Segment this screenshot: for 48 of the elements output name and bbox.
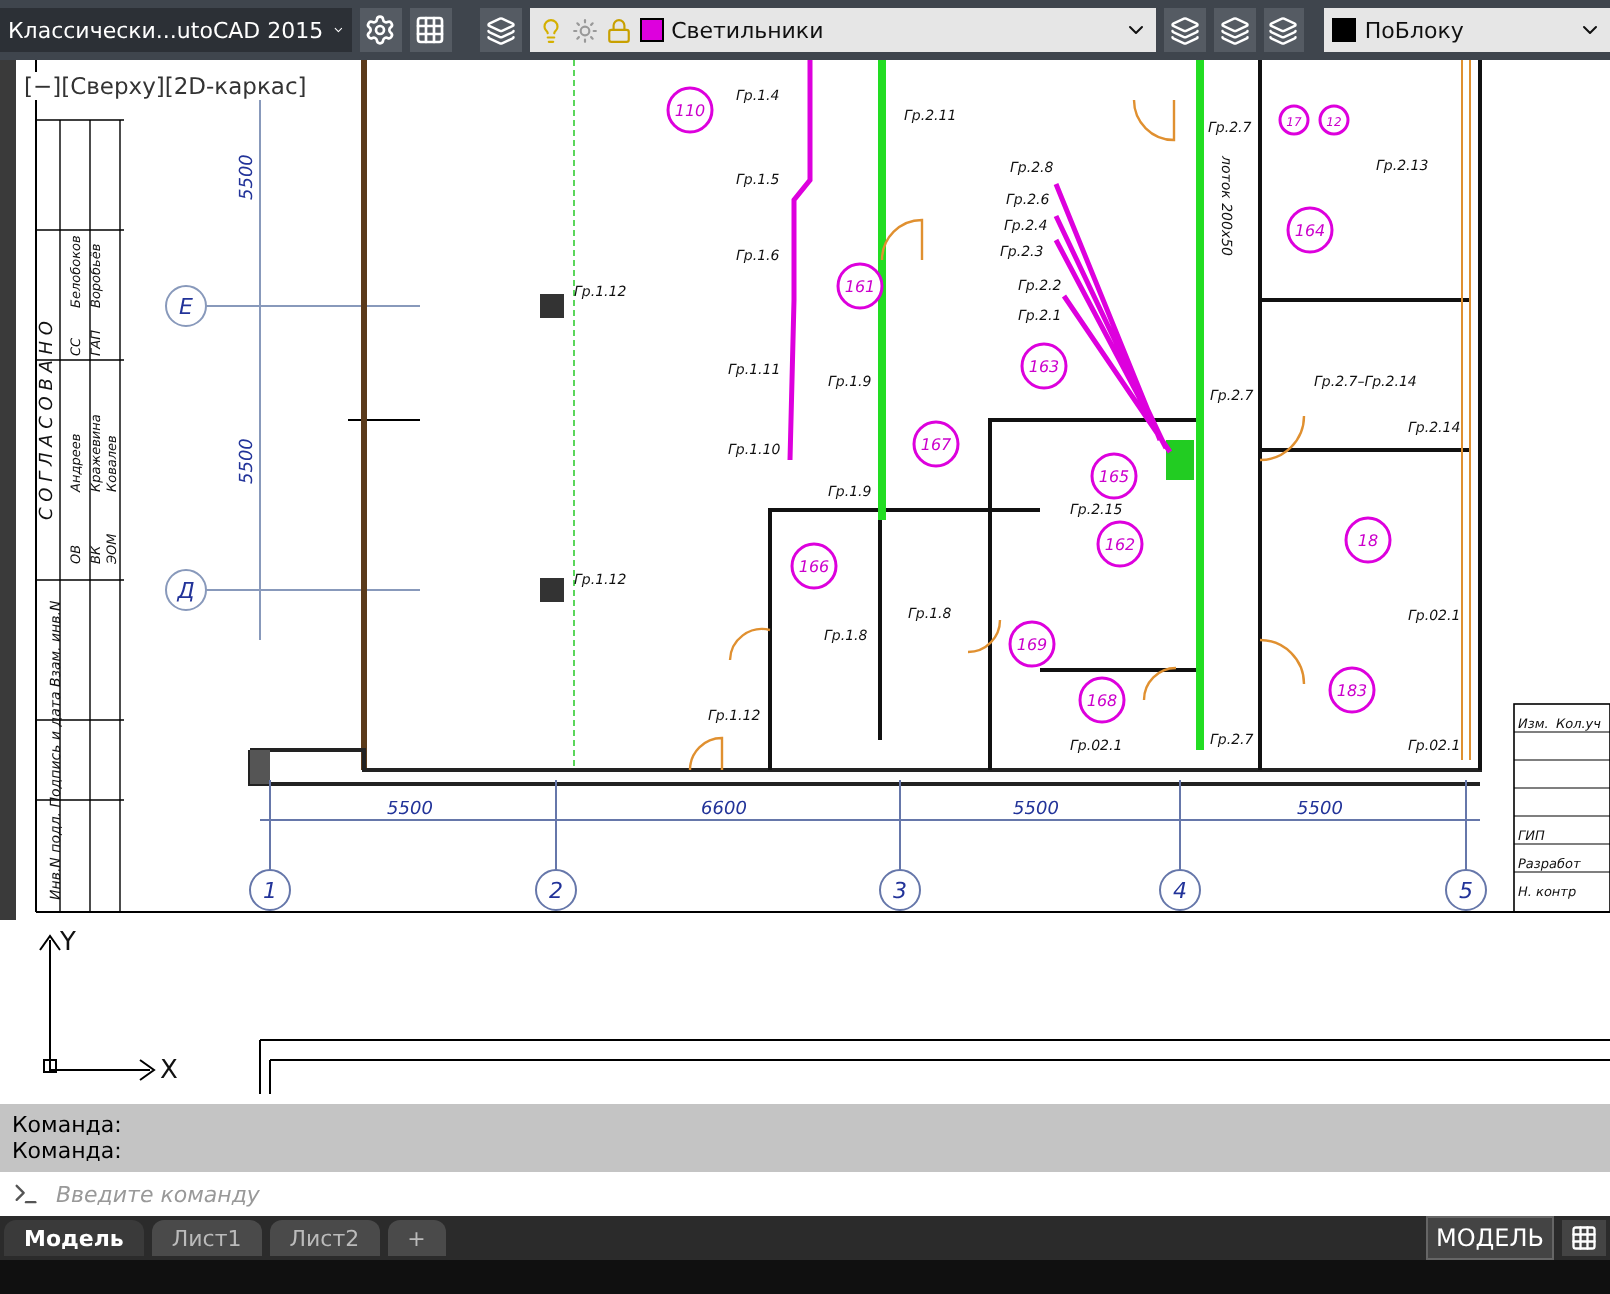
model-space-button[interactable]: МОДЕЛЬ: [1425, 1216, 1554, 1260]
ucs-axis-label: Y: [60, 928, 76, 958]
axis-label: 5: [1459, 878, 1473, 904]
command-history-line: Команда:: [12, 1112, 124, 1138]
layers-icon[interactable]: [479, 8, 522, 52]
layout-tab[interactable]: Лист1: [151, 1220, 262, 1256]
room-number: 169: [1016, 636, 1048, 654]
layout-tab[interactable]: Модель: [4, 1220, 144, 1256]
workspace-dropdown[interactable]: Классически...utoCAD 2015: [0, 8, 352, 52]
dimension-text: 6600: [701, 800, 747, 820]
ucs-axis-label: X: [160, 1056, 178, 1086]
axis-label: 3: [893, 878, 907, 904]
color-dropdown[interactable]: ПоБлоку: [1324, 8, 1610, 52]
dimension-text: 5500: [387, 800, 433, 820]
room-number: 164: [1294, 222, 1326, 240]
room-number: 162: [1104, 536, 1136, 554]
command-line-field[interactable]: Введите команду: [0, 1172, 1610, 1216]
command-prompt-icon: [12, 1180, 40, 1208]
axis-label: Е: [179, 294, 193, 320]
settings-icon[interactable]: [360, 8, 402, 52]
layers-icon[interactable]: [1263, 8, 1305, 52]
grid-icon[interactable]: [1562, 1220, 1606, 1256]
dimension-text: 5500: [238, 154, 258, 200]
room-number: 110: [674, 102, 706, 120]
room-number: 161: [844, 278, 876, 296]
layer-color-swatch: [639, 18, 664, 42]
layout-tab[interactable]: Лист2: [269, 1220, 380, 1256]
room-number: 168: [1086, 692, 1118, 710]
axis-label: 2: [549, 878, 563, 904]
dimension-text: 5500: [1297, 800, 1343, 820]
room-number: 18: [1357, 532, 1379, 550]
axis-label: Д: [177, 578, 195, 604]
add-tab-button[interactable]: +: [387, 1220, 446, 1256]
room-number: 165: [1098, 468, 1130, 486]
axis-label: 4: [1173, 878, 1187, 904]
room-number: 183: [1336, 682, 1368, 700]
room-number: 163: [1028, 358, 1060, 376]
command-history-line: Команда:: [12, 1138, 124, 1164]
dimension-text: 5500: [1013, 800, 1059, 820]
color-swatch: [1332, 18, 1357, 42]
stamp-title: С О Г Л А С О В А Н О: [38, 321, 58, 520]
viewport-label[interactable]: [−][Сверху][2D-каркас]: [24, 72, 307, 100]
dimension-text: 5500: [238, 438, 258, 484]
room-number: 166: [798, 558, 830, 576]
layers-icon[interactable]: [1163, 8, 1206, 52]
axis-label: 1: [263, 878, 277, 904]
room-number: 167: [920, 436, 952, 454]
layers-icon[interactable]: [1213, 8, 1256, 52]
